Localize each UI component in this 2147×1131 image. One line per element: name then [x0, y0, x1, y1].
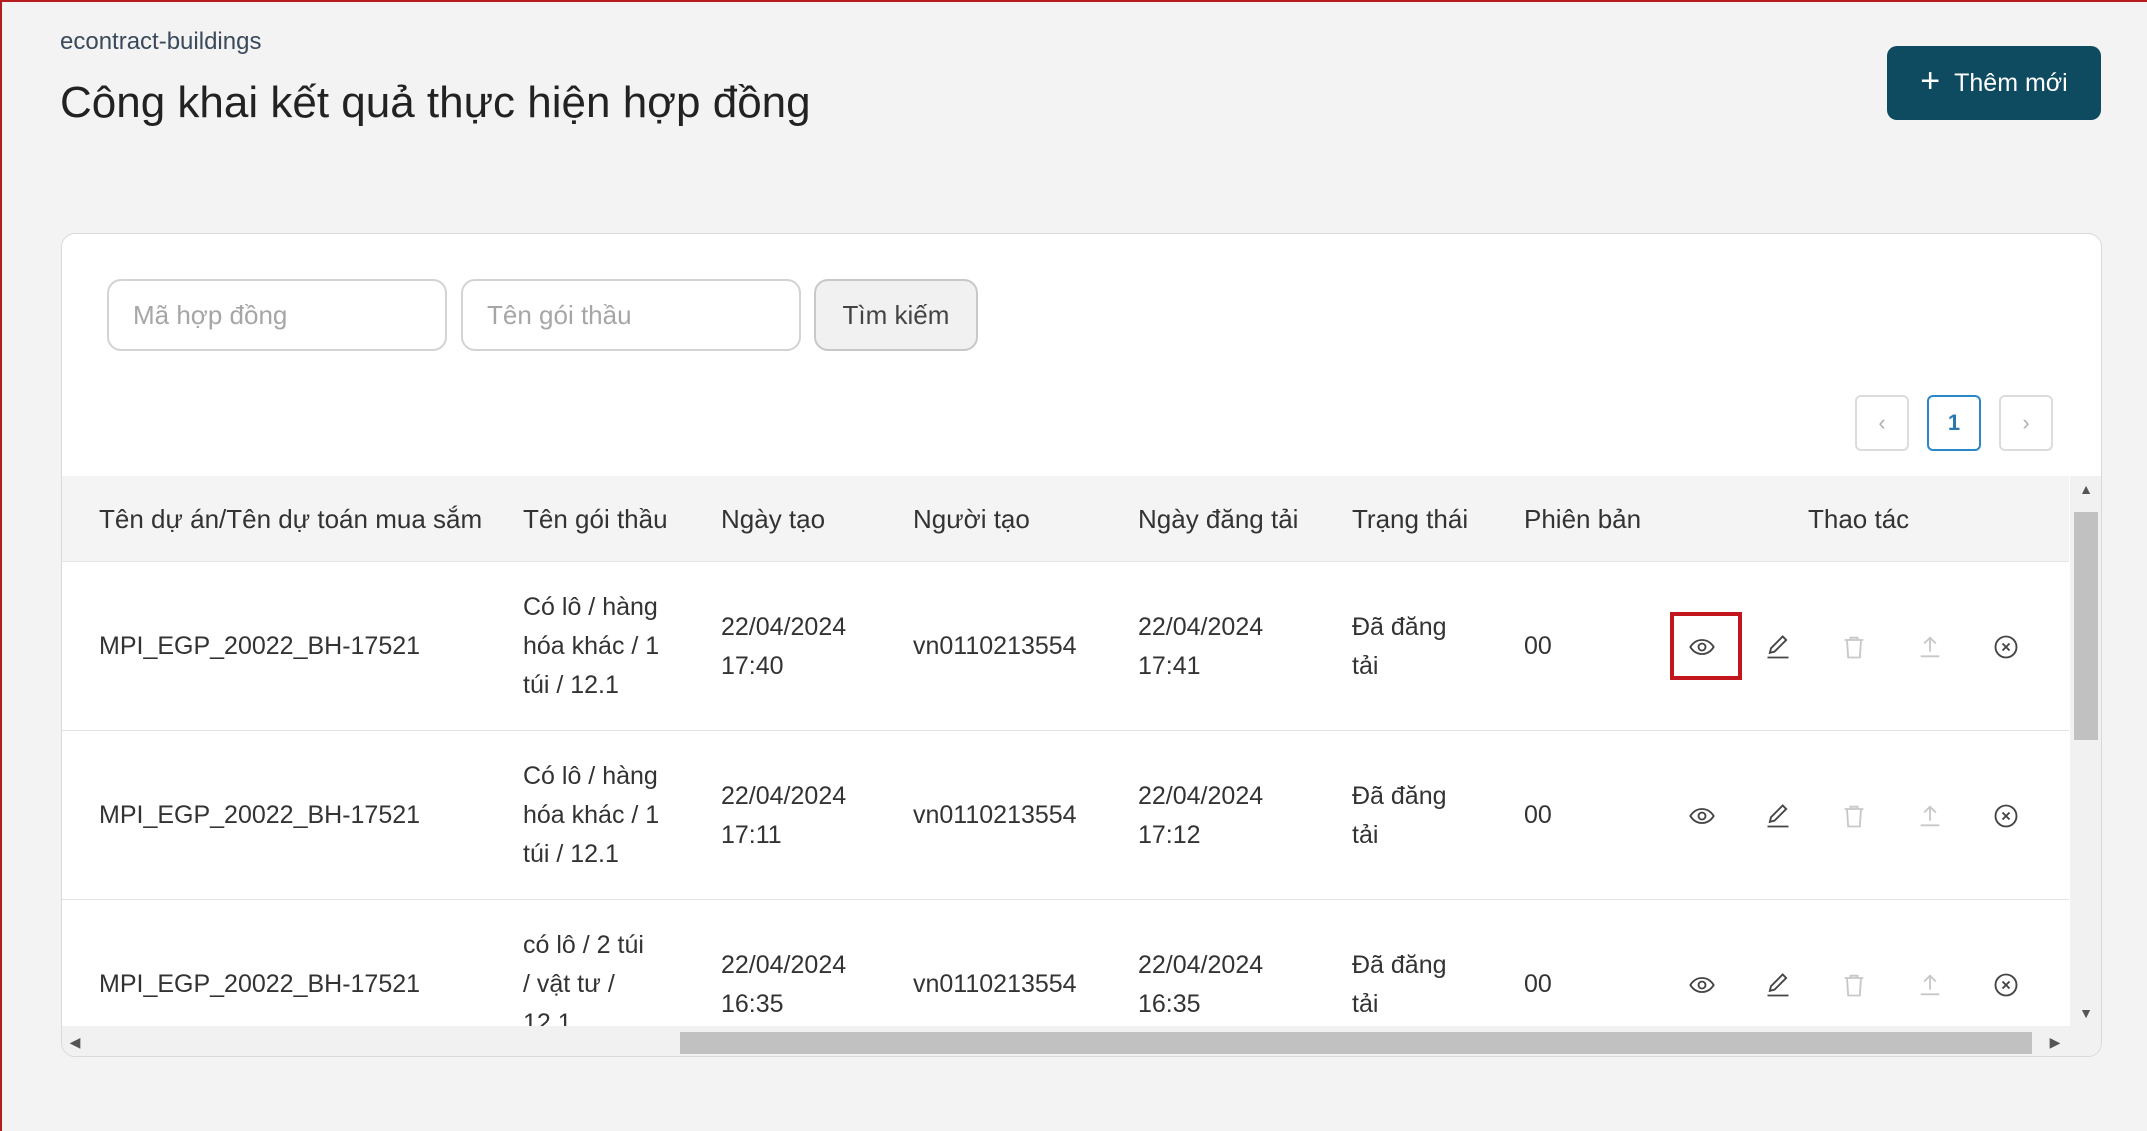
upload-icon[interactable]: [1914, 631, 1946, 663]
header-posted-date: Ngày đăng tải: [1138, 503, 1299, 534]
cell-creator: vn0110213554: [913, 970, 1077, 998]
trash-icon[interactable]: [1838, 969, 1870, 1001]
highlight-box: [1670, 612, 1742, 680]
cell-project: MPI_EGP_20022_BH-17521: [99, 632, 421, 660]
table-row: MPI_EGP_20022_BH-17521 Có lô / hàng hóa kh…: [62, 562, 2069, 731]
pencil-icon[interactable]: [1762, 631, 1794, 663]
contracts-table: Tên dự án/Tên dự toán mua sắm Tên gói th…: [62, 476, 2069, 1026]
contract-code-placeholder: Mã hợp đồng: [133, 299, 288, 330]
header-package: Tên gói thầu: [523, 503, 668, 534]
table-row: MPI_EGP_20022_BH-17521 Có lô / hàng hóa kh…: [62, 731, 2069, 900]
cell-created-date: 22/04/2024 17:40: [721, 612, 847, 680]
page-title: Công khai kết quả thực hiện hợp đồng: [60, 78, 811, 127]
cell-project: MPI_EGP_20022_BH-17521: [99, 970, 421, 998]
header-creator: Người tạo: [913, 503, 1030, 534]
trash-icon[interactable]: [1838, 800, 1870, 832]
cancel-circle-icon[interactable]: [1990, 631, 2022, 663]
cell-created-date: 22/04/2024 17:11: [721, 781, 847, 849]
cell-posted-date: 22/04/2024 17:41: [1138, 612, 1264, 680]
search-button[interactable]: Tìm kiếm: [814, 279, 978, 351]
next-page-button[interactable]: ›: [1999, 395, 2053, 451]
contract-list-card: Mã hợp đồng Tên gói thầu Tìm kiếm ‹ 1 › …: [61, 233, 2102, 1057]
header-created-date: Ngày tạo: [721, 503, 826, 534]
eye-icon[interactable]: [1686, 969, 1718, 1001]
header-actions: Thao tác: [1808, 503, 1910, 534]
cell-version: 00: [1524, 970, 1552, 998]
cancel-circle-icon[interactable]: [1990, 969, 2022, 1001]
cell-created-date: 22/04/2024 16:35: [721, 950, 847, 1018]
cell-version: 00: [1524, 801, 1552, 829]
add-new-label: Thêm mới: [1954, 68, 2068, 97]
cell-package: có lô / 2 túi / vật tư /12.1: [523, 931, 644, 1026]
cell-package: Có lô / hàng hóa khác / 1 túi / 12.1: [523, 762, 660, 868]
eye-icon[interactable]: [1686, 800, 1718, 832]
vertical-scroll-thumb[interactable]: [2074, 512, 2098, 740]
cell-creator: vn0110213554: [913, 801, 1077, 829]
cell-project: MPI_EGP_20022_BH-17521: [99, 801, 421, 829]
upload-icon[interactable]: [1914, 969, 1946, 1001]
cell-status: Đã đăng tải: [1352, 950, 1447, 1018]
pencil-icon[interactable]: [1762, 969, 1794, 1001]
scroll-right-arrow-icon[interactable]: ▶: [2042, 1026, 2068, 1056]
plus-icon: +: [1920, 62, 1941, 100]
table-row: MPI_EGP_20022_BH-17521 có lô / 2 túi / vật…: [62, 900, 2069, 1026]
cell-status: Đã đăng tải: [1352, 781, 1447, 849]
cell-version: 00: [1524, 632, 1552, 660]
cell-creator: vn0110213554: [913, 632, 1077, 660]
cell-posted-date: 22/04/2024 17:12: [1138, 781, 1264, 849]
cell-posted-date: 22/04/2024 16:35: [1138, 950, 1264, 1018]
horizontal-scrollbar[interactable]: ◀ ▶: [62, 1026, 2101, 1056]
table-header: Tên dự án/Tên dự toán mua sắm Tên gói th…: [62, 476, 2069, 562]
cancel-circle-icon[interactable]: [1990, 800, 2022, 832]
header-project: Tên dự án/Tên dự toán mua sắm: [99, 503, 483, 534]
horizontal-scroll-thumb[interactable]: [680, 1032, 2032, 1054]
scroll-left-arrow-icon[interactable]: ◀: [62, 1026, 88, 1056]
pencil-icon[interactable]: [1762, 800, 1794, 832]
header-version: Phiên bản: [1524, 503, 1642, 534]
cell-package: Có lô / hàng hóa khác / 1 túi / 12.1: [523, 593, 660, 699]
scroll-up-arrow-icon[interactable]: ▲: [2070, 476, 2101, 502]
vertical-scrollbar[interactable]: ▲ ▼: [2070, 476, 2101, 1026]
breadcrumb[interactable]: econtract-buildings: [60, 28, 261, 56]
package-name-input[interactable]: Tên gói thầu: [461, 279, 801, 351]
package-name-placeholder: Tên gói thầu: [487, 299, 632, 330]
contract-code-input[interactable]: Mã hợp đồng: [107, 279, 447, 351]
scroll-down-arrow-icon[interactable]: ▼: [2070, 1000, 2101, 1026]
prev-page-button[interactable]: ‹: [1855, 395, 1909, 451]
upload-icon[interactable]: [1914, 800, 1946, 832]
cell-status: Đã đăng tải: [1352, 612, 1447, 680]
add-new-button[interactable]: + Thêm mới: [1887, 46, 2101, 120]
current-page-button[interactable]: 1: [1927, 395, 1981, 451]
header-status: Trạng thái: [1352, 503, 1469, 534]
trash-icon[interactable]: [1838, 631, 1870, 663]
